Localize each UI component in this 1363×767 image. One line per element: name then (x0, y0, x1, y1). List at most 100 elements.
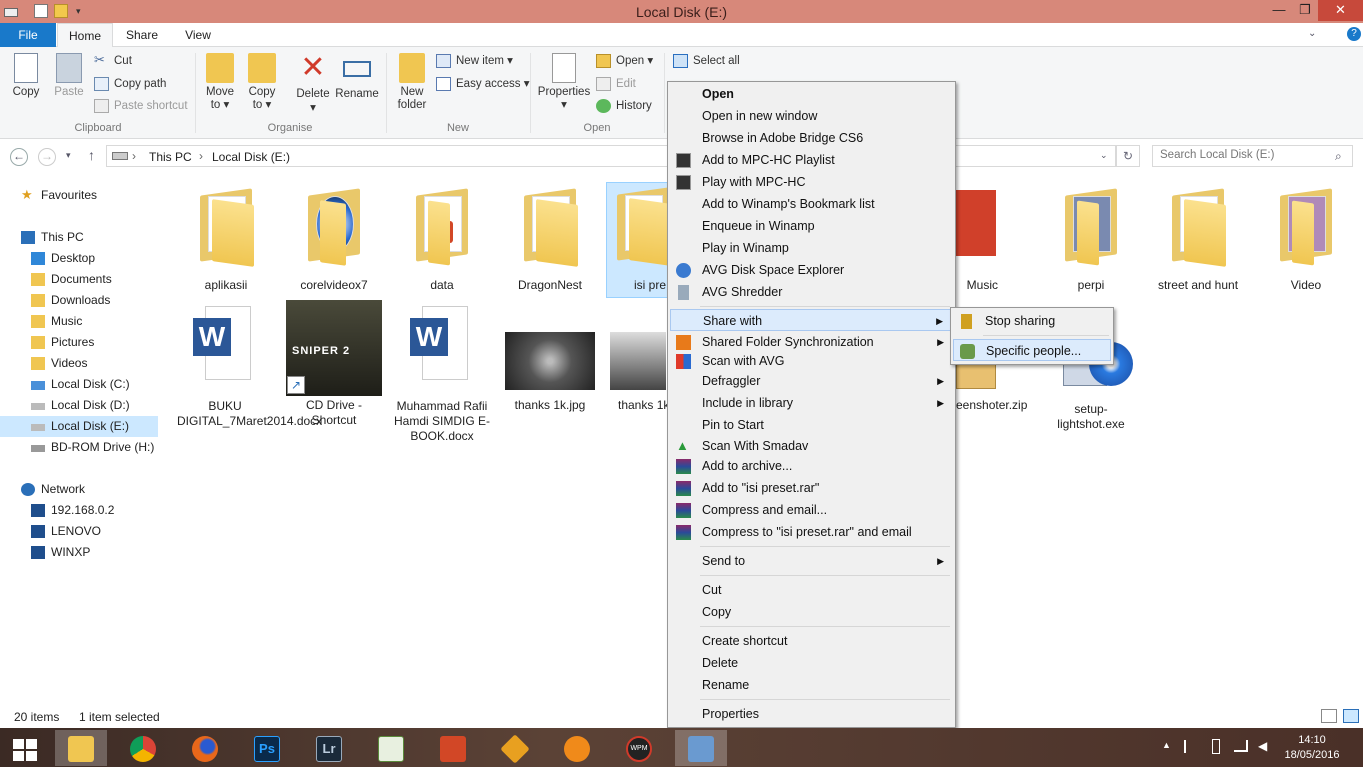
forward-button[interactable]: → (38, 148, 56, 166)
menu-create-shortcut[interactable]: Create shortcut (670, 630, 787, 652)
menu-rename[interactable]: Rename (670, 674, 749, 696)
menu-cut[interactable]: Cut (670, 579, 721, 601)
nav-favourites[interactable]: ★ Favourites (0, 185, 158, 206)
menu-compress-email[interactable]: Compress and email... (670, 499, 827, 521)
taskbar-lightroom[interactable]: Lr (303, 730, 355, 766)
maximize-button[interactable]: ❐ (1292, 0, 1318, 21)
refresh-button[interactable]: ↻ (1116, 145, 1140, 167)
tab-file[interactable]: File (0, 23, 56, 47)
taskbar-photoshop[interactable]: Ps (241, 730, 293, 766)
nav-local-disk-e[interactable]: Local Disk (E:) (0, 416, 158, 437)
menu-add-rar[interactable]: Add to "isi preset.rar" (670, 477, 819, 499)
nav-pictures[interactable]: Pictures (0, 332, 158, 353)
menu-add-mpc-playlist[interactable]: Add to MPC-HC Playlist (670, 149, 835, 171)
open-button[interactable]: Open ▾ (596, 52, 653, 70)
nav-downloads[interactable]: Downloads (0, 290, 158, 311)
volume-icon[interactable]: ◀ (1258, 739, 1267, 753)
new-folder-quick-icon[interactable] (54, 4, 68, 18)
menu-play-mpc[interactable]: Play with MPC-HC (670, 171, 806, 193)
menu-properties[interactable]: Properties (670, 703, 759, 725)
menu-browse-bridge[interactable]: Browse in Adobe Bridge CS6 (670, 127, 863, 149)
taskbar-chrome[interactable] (117, 730, 169, 766)
nav-music[interactable]: Music (0, 311, 158, 332)
nav-videos[interactable]: Videos (0, 353, 158, 374)
start-button[interactable] (0, 730, 52, 766)
menu-defraggler[interactable]: Defraggler ▶ (670, 370, 952, 392)
menu-scan-smadav[interactable]: ▲ Scan With Smadav (670, 435, 808, 457)
submenu-specific-people[interactable]: Specific people... (953, 339, 1111, 361)
file-buku-docx[interactable]: W BUKU DIGITAL_7Maret2014.docx (177, 304, 322, 429)
menu-add-winamp-bookmark[interactable]: Add to Winamp's Bookmark list (670, 193, 875, 215)
menu-open[interactable]: Open (670, 83, 734, 105)
cut-button[interactable]: ✂ Cut (94, 52, 132, 70)
properties-quick-icon[interactable] (34, 4, 48, 18)
address-dropdown-icon[interactable]: ⌄ (1100, 150, 1108, 161)
menu-pin-start[interactable]: Pin to Start (670, 414, 764, 436)
large-icons-view-icon[interactable] (1343, 709, 1359, 723)
submenu-stop-sharing[interactable]: Stop sharing (953, 310, 1111, 332)
properties-button[interactable]: Properties ▾ (536, 53, 592, 112)
address-bar[interactable]: › This PC › Local Disk (E:) ⌄ (106, 145, 1116, 167)
delete-button[interactable]: ✕ Delete ▾ (292, 53, 334, 115)
edit-button[interactable]: Edit (596, 75, 636, 93)
clock[interactable]: 14:10 18/05/2016 (1282, 733, 1342, 763)
paste-button[interactable]: Paste (50, 53, 88, 98)
new-folder-button[interactable]: New folder (392, 53, 432, 112)
nav-network-lenovo[interactable]: LENOVO (0, 521, 158, 542)
easy-access-button[interactable]: Easy access ▾ (436, 75, 530, 93)
taskbar-firefox[interactable] (179, 730, 231, 766)
rename-button[interactable]: Rename (335, 53, 379, 100)
nav-bd-rom[interactable]: BD-ROM Drive (H:) S (0, 437, 158, 458)
menu-compress-rar-email[interactable]: Compress to "isi preset.rar" and email (670, 521, 912, 543)
menu-avg-disk-explorer[interactable]: AVG Disk Space Explorer (670, 259, 844, 281)
history-button[interactable]: History (596, 97, 652, 115)
menu-copy[interactable]: Copy (670, 601, 731, 623)
breadcrumb-local-disk-e[interactable]: Local Disk (E:) (212, 150, 290, 164)
taskbar-control-panel[interactable] (675, 730, 727, 766)
taskbar-uc-browser[interactable] (551, 730, 603, 766)
taskbar-powerpoint[interactable] (427, 730, 479, 766)
customize-quick-access-icon[interactable]: ▾ (76, 4, 90, 18)
nav-documents[interactable]: Documents (0, 269, 158, 290)
menu-play-winamp[interactable]: Play in Winamp (670, 237, 789, 259)
back-button[interactable]: ← (10, 148, 28, 166)
action-center-flag-icon[interactable] (1184, 740, 1196, 753)
copy-button[interactable]: Copy (6, 53, 46, 98)
taskbar-file-explorer[interactable] (55, 730, 107, 766)
file-thanks-1k-jpg[interactable]: thanks 1k.jpg (502, 332, 598, 413)
menu-share-with[interactable]: Share with ▶ (670, 309, 952, 331)
folder-perpi[interactable]: perpi (1043, 184, 1139, 293)
breadcrumb-this-pc[interactable]: This PC (149, 150, 192, 164)
tab-view[interactable]: View (176, 23, 220, 47)
folder-music[interactable]: Music (956, 184, 1008, 293)
copy-path-button[interactable]: Copy path (94, 75, 166, 93)
recent-locations-icon[interactable]: ▾ (66, 150, 71, 161)
file-cd-drive-shortcut[interactable]: SNIPER 2 ↗ CD Drive - Shortcut (286, 300, 382, 428)
close-button[interactable]: ✕ (1318, 0, 1363, 21)
folder-street-and-hunt[interactable]: street and hunt (1150, 184, 1246, 293)
folder-dragonnest[interactable]: DragonNest (502, 184, 598, 293)
folder-aplikasii[interactable]: aplikasii (178, 184, 274, 293)
nav-network-ip[interactable]: 192.168.0.2 (0, 500, 158, 521)
move-to-button[interactable]: Move to ▾ (201, 53, 239, 112)
new-item-button[interactable]: New item ▾ (436, 52, 513, 70)
search-input[interactable]: Search Local Disk (E:) ⌕ (1152, 145, 1353, 167)
paste-shortcut-button[interactable]: Paste shortcut (94, 97, 188, 115)
menu-avg-shredder[interactable]: AVG Shredder (670, 281, 782, 303)
network-signal-icon[interactable] (1234, 740, 1248, 752)
menu-scan-avg[interactable]: Scan with AVG (670, 350, 784, 372)
file-thanks-1k[interactable]: thanks 1k (610, 332, 668, 413)
menu-add-archive[interactable]: Add to archive... (670, 455, 792, 477)
nav-local-disk-d[interactable]: Local Disk (D:) (0, 395, 158, 416)
nav-desktop[interactable]: Desktop (0, 248, 158, 269)
minimize-ribbon-icon[interactable]: ⌄ (1308, 28, 1316, 39)
show-hidden-icons[interactable]: ▲ (1162, 740, 1171, 750)
system-menu-icon[interactable] (4, 8, 18, 17)
folder-video[interactable]: Video (1258, 184, 1354, 293)
menu-delete[interactable]: Delete (670, 652, 738, 674)
up-button[interactable]: ↑ (88, 147, 95, 163)
taskbar-wpm[interactable]: WPM (613, 730, 665, 766)
tab-share[interactable]: Share (118, 23, 166, 47)
menu-include-library[interactable]: Include in library ▶ (670, 392, 952, 414)
nav-network[interactable]: Network (0, 479, 158, 500)
